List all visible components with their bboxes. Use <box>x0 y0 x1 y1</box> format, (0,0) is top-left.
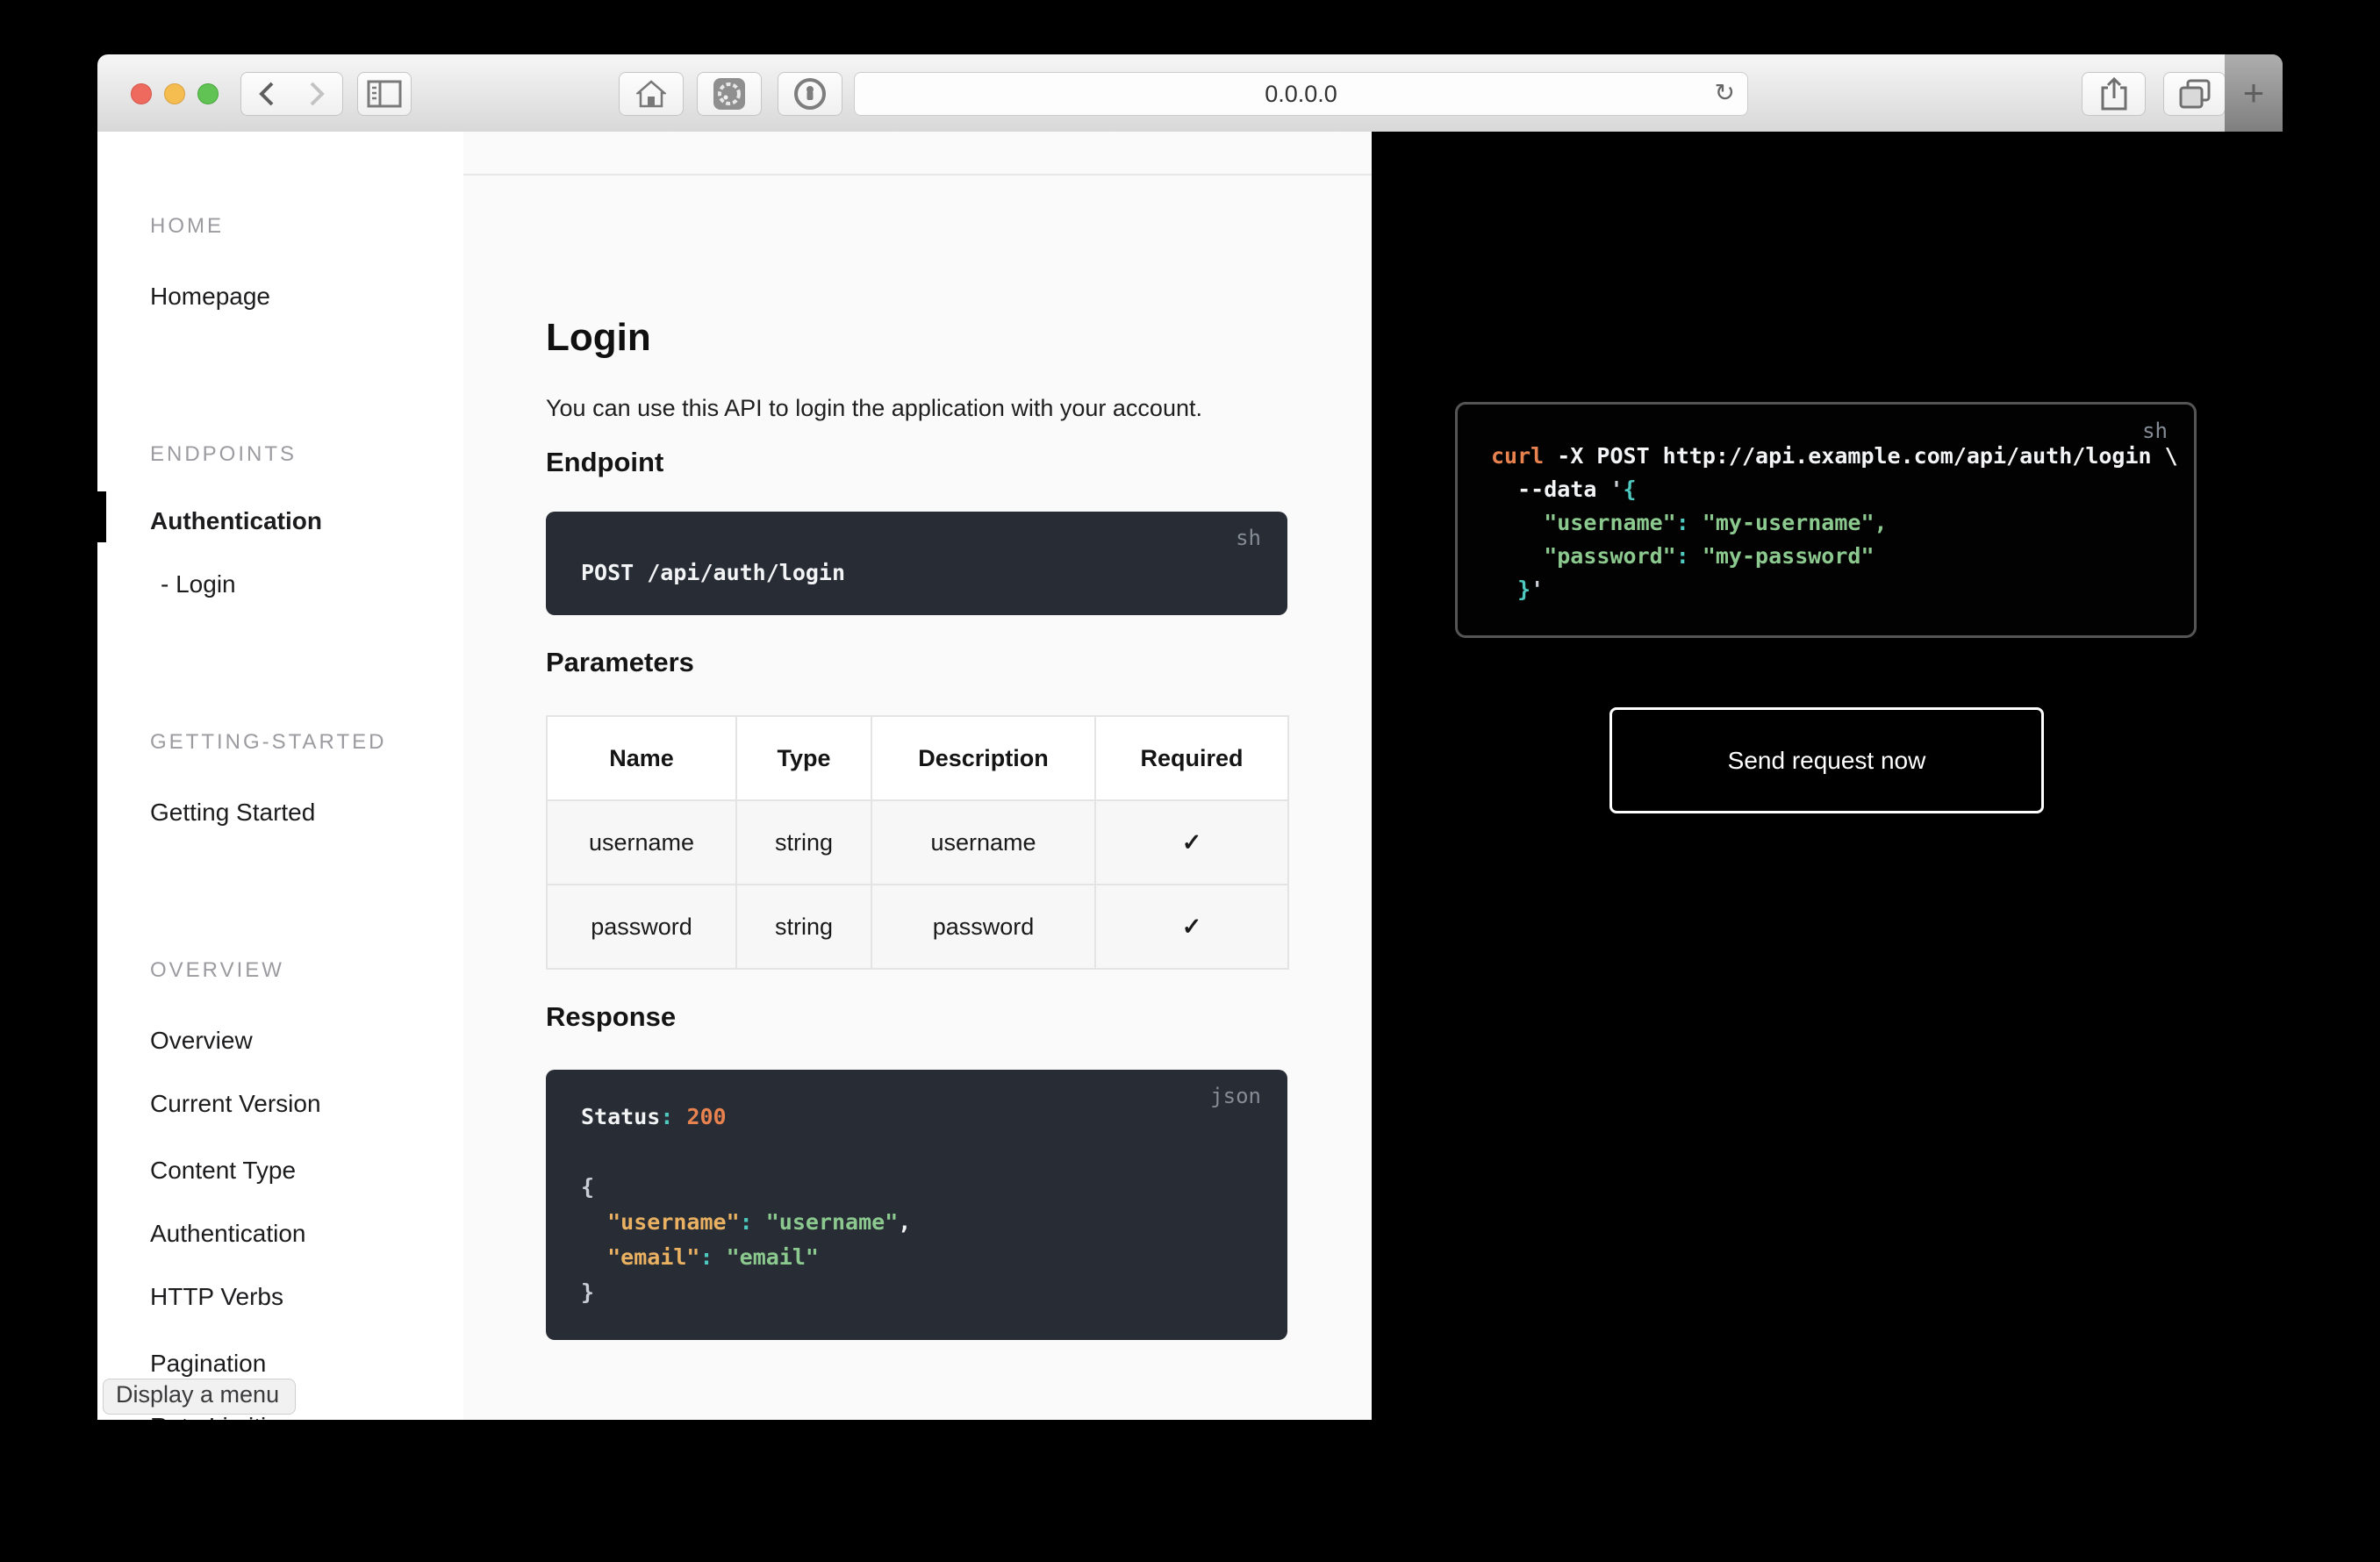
url-text: 0.0.0.0 <box>1265 81 1337 108</box>
page-title: Login <box>546 316 1287 360</box>
keyhole-icon <box>792 76 828 111</box>
sidebar-item-http-verbs[interactable]: HTTP Verbs <box>150 1283 463 1311</box>
home-button[interactable] <box>619 72 684 116</box>
response-code-line: "username": "username", <box>581 1205 1287 1240</box>
forward-chevron-icon <box>308 80 326 108</box>
docs-sidebar: HOME Homepage ENDPOINTS Authentication -… <box>97 132 463 1420</box>
sidebar-nav: HOME Homepage ENDPOINTS Authentication -… <box>97 212 463 1420</box>
curl-code-line: --data '{ <box>1491 473 2194 506</box>
password-manager-button[interactable] <box>778 72 842 116</box>
curl-code-line: "username": "my-username", <box>1491 506 2194 540</box>
request-panel: sh curl -X POST http://api.example.com/a… <box>1372 132 2283 1420</box>
response-code-line: } <box>581 1275 1287 1310</box>
param-name: username <box>547 800 736 885</box>
response-code-line: "email": "email" <box>581 1240 1287 1275</box>
close-window-button[interactable] <box>131 83 152 104</box>
share-button[interactable] <box>2082 72 2146 116</box>
sidebar-header-home: HOME <box>150 212 463 240</box>
param-name: password <box>547 885 736 969</box>
status-tooltip: Display a menu <box>103 1379 296 1415</box>
sidebar-header-endpoints: ENDPOINTS <box>150 441 463 469</box>
reload-icon[interactable]: ↻ <box>1715 78 1735 107</box>
new-tab-button[interactable]: + <box>2243 75 2265 111</box>
browser-window: 0.0.0.0 ↻ + HOME Homepage ENDPOINTS <box>97 54 2283 1420</box>
minimize-window-button[interactable] <box>164 83 185 104</box>
sidebar-header-getting-started: GETTING-STARTED <box>150 728 463 756</box>
home-icon <box>636 79 666 109</box>
sidebar-item-authentication[interactable]: Authentication <box>150 507 463 535</box>
response-code-line: { <box>581 1170 1287 1205</box>
col-header-type: Type <box>736 716 871 800</box>
parameters-table: Name Type Description Required username … <box>546 715 1289 970</box>
zoom-window-button[interactable] <box>197 83 219 104</box>
tab-overview-button[interactable] <box>2163 72 2226 116</box>
page-description: You can use this API to login the applic… <box>546 395 1287 422</box>
endpoint-heading: Endpoint <box>546 447 1287 478</box>
sidebar-item-login[interactable]: - Login <box>150 570 463 598</box>
curl-code-line: }' <box>1491 573 2194 606</box>
response-code-line: Status: 200 <box>581 1100 1287 1135</box>
response-heading: Response <box>546 1001 1287 1033</box>
send-request-button[interactable]: Send request now <box>1609 707 2044 813</box>
extension-lens-button[interactable] <box>697 72 762 116</box>
param-type: string <box>736 800 871 885</box>
col-header-description: Description <box>871 716 1095 800</box>
sidebar-item-overview[interactable]: Overview <box>150 1027 463 1055</box>
endpoint-code-block: sh POST /api/auth/login <box>546 512 1287 615</box>
col-header-name: Name <box>547 716 736 800</box>
table-row: password string password ✓ <box>547 885 1288 969</box>
back-chevron-icon <box>258 80 276 108</box>
active-item-indicator <box>97 491 106 542</box>
tabs-icon <box>2179 79 2211 109</box>
curl-code-line: "password": "my-password" <box>1491 540 2194 573</box>
code-lang-badge: sh <box>1236 526 1261 550</box>
endpoint-code: POST /api/auth/login <box>581 555 1287 591</box>
parameters-heading: Parameters <box>546 647 1287 678</box>
camera-lens-icon <box>712 76 747 111</box>
param-description: username <box>871 800 1095 885</box>
response-code-block: json Status: 200 { "username": "username… <box>546 1070 1287 1340</box>
sidebar-item-homepage[interactable]: Homepage <box>150 283 463 311</box>
new-tab-area: + <box>2225 54 2283 132</box>
sidebar-item-getting-started[interactable]: Getting Started <box>150 799 463 827</box>
forward-button[interactable] <box>291 72 343 116</box>
docs-content: Login You can use this API to login the … <box>463 132 1372 1420</box>
share-icon <box>2101 77 2127 111</box>
table-header-row: Name Type Description Required <box>547 716 1288 800</box>
content-top-divider <box>463 132 1372 176</box>
sidebar-toggle-button[interactable] <box>357 72 412 116</box>
address-bar[interactable]: 0.0.0.0 ↻ <box>854 72 1748 116</box>
sidebar-item-pagination[interactable]: Pagination <box>150 1350 463 1378</box>
back-button[interactable] <box>240 72 293 116</box>
curl-code-line: curl -X POST http://api.example.com/api/… <box>1491 440 2194 473</box>
sidebar-item-content-type[interactable]: Content Type <box>150 1157 463 1185</box>
code-lang-badge: sh <box>2142 419 2168 443</box>
code-lang-badge: json <box>1210 1084 1261 1108</box>
table-row: username string username ✓ <box>547 800 1288 885</box>
required-check-icon: ✓ <box>1095 885 1288 969</box>
browser-toolbar: 0.0.0.0 ↻ + <box>97 54 2283 133</box>
required-check-icon: ✓ <box>1095 800 1288 885</box>
response-code-line <box>581 1135 1287 1170</box>
sidebar-icon <box>367 80 402 108</box>
col-header-required: Required <box>1095 716 1288 800</box>
curl-code-block: sh curl -X POST http://api.example.com/a… <box>1455 402 2197 638</box>
param-description: password <box>871 885 1095 969</box>
param-type: string <box>736 885 871 969</box>
sidebar-item-current-version[interactable]: Current Version <box>150 1090 463 1118</box>
sidebar-header-overview: OVERVIEW <box>150 957 463 985</box>
sidebar-item-authentication-2[interactable]: Authentication <box>150 1220 463 1248</box>
